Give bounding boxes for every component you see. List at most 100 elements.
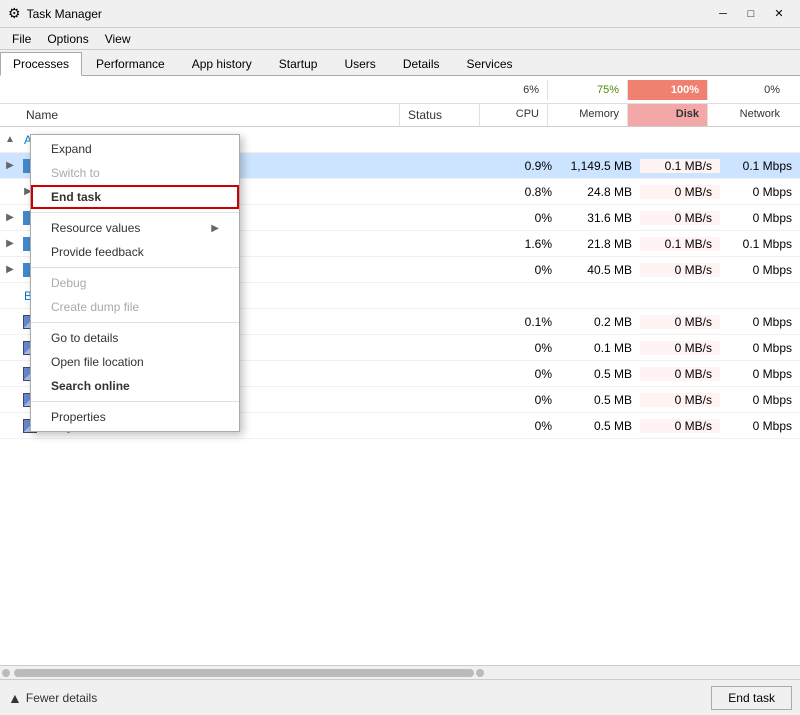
row-disk: 0 MB/s [640,263,720,277]
row-net: 0.1 Mbps [720,237,800,251]
tab-performance[interactable]: Performance [83,51,178,75]
row-disk: 0.1 MB/s [640,159,720,173]
title-bar-left: ⚙ Task Manager [8,5,102,22]
row-net: 0 Mbps [720,419,800,433]
row-mem: 31.6 MB [560,211,640,225]
end-task-label: End task [728,691,775,705]
row-mem: 21.8 MB [560,237,640,251]
window-title: Task Manager [27,7,102,21]
bottom-bar: ▲ Fewer details End task [0,679,800,715]
net-usage: 0% [708,80,788,100]
row-mem: 0.5 MB [560,419,640,433]
tab-details[interactable]: Details [390,51,453,75]
row-cpu: 0% [492,367,560,381]
row-expand-icon[interactable]: ▶ [0,238,20,249]
row-disk: 0 MB/s [640,393,720,407]
tab-services[interactable]: Services [454,51,526,75]
ctx-switch-to[interactable]: Switch to [31,161,239,185]
row-cpu: 0% [492,211,560,225]
menu-file[interactable]: File [4,30,39,48]
row-disk: 0 MB/s [640,185,720,199]
horizontal-scrollbar[interactable] [0,665,800,679]
row-cpu: 1.6% [492,237,560,251]
menu-options[interactable]: Options [39,30,96,48]
ctx-sep-4 [31,401,239,402]
row-net: 0 Mbps [720,185,800,199]
main-content: 6% 75% 100% 0% Name Status CPU Memory Di… [0,76,800,679]
ctx-search-online[interactable]: Search online [31,374,239,398]
close-button[interactable]: ✕ [766,4,792,24]
row-disk: 0 MB/s [640,419,720,433]
row-net: 0 Mbps [720,315,800,329]
row-cpu: 0% [492,393,560,407]
end-task-button[interactable]: End task [711,686,792,710]
row-cpu: 0.8% [492,185,560,199]
row-net: 0 Mbps [720,341,800,355]
row-disk: 0.1 MB/s [640,237,720,251]
ctx-create-dump[interactable]: Create dump file [31,295,239,319]
row-mem: 1,149.5 MB [560,159,640,173]
row-disk: 0 MB/s [640,211,720,225]
ctx-sep-2 [31,267,239,268]
title-bar-controls: ─ □ ✕ [710,4,792,24]
row-cpu: 0.1% [492,315,560,329]
ctx-sep-1 [31,212,239,213]
row-disk: 0 MB/s [640,315,720,329]
context-menu: Expand Switch to End task Resource value… [30,134,240,432]
col-cpu-header[interactable]: CPU [480,104,548,126]
ctx-end-task[interactable]: End task [31,185,239,209]
row-mem: 0.1 MB [560,341,640,355]
col-name-header[interactable]: Name [18,104,400,126]
row-disk: 0 MB/s [640,367,720,381]
fewer-details-button[interactable]: ▲ Fewer details [8,690,97,706]
ctx-resource-values[interactable]: Resource values ▶ [31,216,239,240]
col-status-header[interactable]: Status [400,104,480,126]
maximize-button[interactable]: □ [738,4,764,24]
col-net-header[interactable]: Network [708,104,788,126]
tab-app-history[interactable]: App history [179,51,265,75]
usage-row: 6% 75% 100% 0% [0,76,800,104]
row-cpu: 0% [492,263,560,277]
row-disk: 0 MB/s [640,341,720,355]
ctx-properties[interactable]: Properties [31,405,239,429]
tab-users[interactable]: Users [331,51,388,75]
minimize-button[interactable]: ─ [710,4,736,24]
ctx-open-file-location[interactable]: Open file location [31,350,239,374]
expand-icon: ▲ [0,134,20,145]
menu-view[interactable]: View [97,30,139,48]
fewer-details-label: Fewer details [26,691,97,705]
tab-processes[interactable]: Processes [0,52,82,76]
row-mem: 0.5 MB [560,393,640,407]
row-net: 0 Mbps [720,367,800,381]
row-mem: 0.5 MB [560,367,640,381]
title-bar: ⚙ Task Manager ─ □ ✕ [0,0,800,28]
row-cpu: 0.9% [492,159,560,173]
col-mem-header[interactable]: Memory [548,104,628,126]
row-expand-icon[interactable]: ▶ [0,212,20,223]
row-net: 0 Mbps [720,393,800,407]
column-headers: Name Status CPU Memory Disk Network [0,104,800,127]
ctx-provide-feedback[interactable]: Provide feedback [31,240,239,264]
tab-startup[interactable]: Startup [266,51,331,75]
ctx-expand[interactable]: Expand [31,137,239,161]
row-expand-icon[interactable]: ▶ [0,264,20,275]
app-icon: ⚙ [8,5,21,22]
row-cpu: 0% [492,341,560,355]
mem-usage: 75% [548,80,628,100]
ctx-go-to-details[interactable]: Go to details [31,326,239,350]
chevron-up-icon: ▲ [8,690,22,706]
ctx-debug[interactable]: Debug [31,271,239,295]
ctx-sep-3 [31,322,239,323]
col-disk-header[interactable]: Disk [628,104,708,126]
row-mem: 0.2 MB [560,315,640,329]
tab-bar: Processes Performance App history Startu… [0,50,800,76]
submenu-arrow-icon: ▶ [211,223,219,234]
cpu-usage: 6% [480,80,548,100]
hscroll-thumb[interactable] [14,669,474,677]
row-net: 0.1 Mbps [720,159,800,173]
row-expand-icon[interactable]: ▶ [0,160,20,171]
disk-usage: 100% [628,80,708,100]
menu-bar: File Options View [0,28,800,50]
row-cpu: 0% [492,419,560,433]
row-net: 0 Mbps [720,263,800,277]
